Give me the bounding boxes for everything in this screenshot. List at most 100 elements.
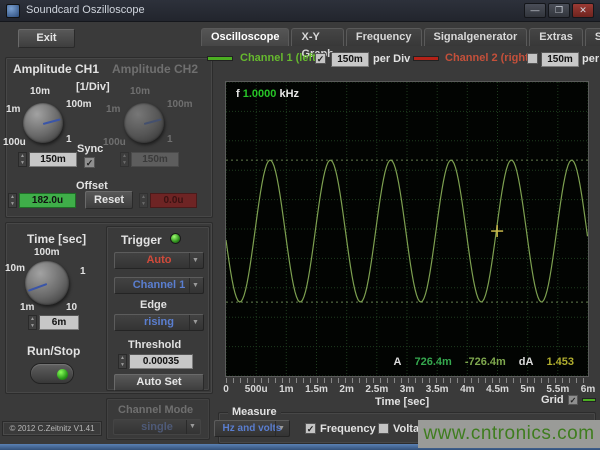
chevron-down-icon: ▼ [189,278,201,293]
channel1-per-div-label: per Div [373,53,410,65]
amplitude-readout: A 726.4m -726.4m dA 1.453 [394,356,574,368]
da-value: 1.453 [546,356,574,368]
watermark-text: www.cntronics.com [423,423,594,445]
channel-mode-value: single [141,421,173,433]
x-tick-label: 1.5m [305,384,328,395]
offset-ch1-value[interactable]: 182.0u [19,193,76,208]
x-tick-label: 1m [279,384,293,395]
title-bar: Soundcard Oszilloscope — ❐ ✕ [0,0,600,22]
amplitude-ch2-spinner[interactable]: ▲▼ [120,152,129,167]
time-title: Time [sec] [27,232,86,246]
voltage-checkbox[interactable] [378,423,389,434]
channel1-per-div-value[interactable]: 150m [331,52,369,67]
grid-checkbox[interactable]: ✓ [568,395,578,405]
close-button[interactable]: ✕ [572,3,594,18]
runstop-toggle[interactable] [30,363,74,384]
channel1-checkbox[interactable]: ✓ [315,53,326,64]
chevron-down-icon: ▼ [189,315,201,330]
knob-label: 100m [66,99,92,110]
channel2-label: Channel 2 (right) [445,52,532,64]
knob-label: 1m [106,104,120,115]
knob-label: 10 [66,302,77,313]
frequency-value: 1.0000 [243,88,277,100]
measure-title: Measure [228,406,281,418]
sync-checkbox[interactable]: ✓ [84,157,95,168]
tab-signalgenerator[interactable]: Signalgenerator [424,28,528,46]
minimize-button[interactable]: — [524,3,546,18]
knob-label: 10m [30,86,50,97]
run-indicator-led [57,369,68,380]
offset-ch2-value[interactable]: 0.0u [150,193,197,208]
tab-bar: OscilloscopeX-Y GraphFrequencySignalgene… [201,28,600,46]
amplitude-ch1-title: Amplitude CH1 [13,62,99,76]
channel2-checkbox[interactable] [527,53,538,64]
knob-label: 1 [66,134,72,145]
tab-x-y-graph[interactable]: X-Y Graph [291,28,343,46]
trigger-mode-dropdown[interactable]: Auto ▼ [114,252,204,269]
edge-label: Edge [140,299,167,311]
chevron-down-icon: ▼ [186,420,198,434]
exit-button[interactable]: Exit [18,29,75,48]
offset-reset-button[interactable]: Reset [85,191,133,209]
frequency-checkbox-label: Frequency [320,423,376,435]
amplitude-ch1-value[interactable]: 150m [29,152,77,167]
x-tick-label: 3m [400,384,414,395]
x-tick-label: 2m [339,384,353,395]
x-tick-label: 0 [223,384,229,395]
time-knob[interactable] [25,261,69,305]
measure-mode-dropdown[interactable]: Hz and volts ▼ [214,420,290,437]
knob-needle [28,283,48,292]
chevron-down-icon: ▼ [189,253,201,268]
knob-needle [43,118,61,125]
scope-display[interactable]: f 1.0000 kHz A 726.4m -726.4m dA 1.453 [225,81,589,377]
channel2-color-swatch [413,56,439,61]
channel-mode-dropdown[interactable]: single ▼ [113,419,201,435]
channel2-per-div-value[interactable]: 150m [541,52,579,67]
trigger-title: Trigger [121,233,162,247]
tab-extras[interactable]: Extras [529,28,583,46]
app-icon [6,4,20,18]
offset-ch1-spinner[interactable]: ▲▼ [8,193,17,208]
tab-frequency[interactable]: Frequency [346,28,422,46]
knob-label: 100u [3,137,26,148]
time-value[interactable]: 6m [39,315,79,330]
grid-label: Grid [541,394,564,406]
threshold-spinner[interactable]: ▲▼ [118,354,127,369]
threshold-value[interactable]: 0.00035 [129,354,193,369]
knob-label: 10m [5,263,25,274]
amplitude-ch2-title: Amplitude CH2 [112,62,198,76]
threshold-label: Threshold [128,339,181,351]
tab-oscilloscope[interactable]: Oscilloscope [201,28,289,46]
chevron-down-icon: ▼ [275,421,287,436]
amplitude-ch1-knob[interactable] [23,103,63,143]
scope-plot [226,82,588,376]
channel-mode-label: Channel Mode [118,404,193,416]
a-label: A [394,356,402,368]
frequency-readout: f 1.0000 kHz [236,88,299,100]
sync-label: Sync [77,143,103,155]
trigger-source-dropdown[interactable]: Channel 1 ▼ [114,277,204,294]
amplitude-ch1-spinner[interactable]: ▲▼ [18,152,27,167]
tab-settings[interactable]: Settings [585,28,600,46]
knob-label: 10m [130,86,150,97]
amplitude-ch2-knob[interactable] [124,103,164,143]
knob-label: 100u [103,137,126,148]
channel1-label: Channel 1 (left) [240,52,319,64]
da-label: dA [519,356,534,368]
frequency-prefix: f [236,88,240,100]
channel1-color-swatch [207,56,233,61]
maximize-button[interactable]: ❐ [548,3,570,18]
auto-set-button[interactable]: Auto Set [114,374,204,391]
x-tick-label: 2.5m [365,384,388,395]
x-tick-label: 3.5m [426,384,449,395]
offset-ch2-spinner[interactable]: ▲▼ [139,193,148,208]
trigger-edge-dropdown[interactable]: rising ▼ [114,314,204,331]
watermark: www.cntronics.com [418,420,600,448]
trigger-led [170,233,181,244]
trigger-source-value: Channel 1 [133,279,186,291]
knob-label: 1m [6,104,20,115]
trigger-edge-value: rising [144,316,174,328]
time-spinner[interactable]: ▲▼ [28,315,37,330]
frequency-checkbox[interactable]: ✓ [305,423,316,434]
amplitude-ch2-value[interactable]: 150m [131,152,179,167]
